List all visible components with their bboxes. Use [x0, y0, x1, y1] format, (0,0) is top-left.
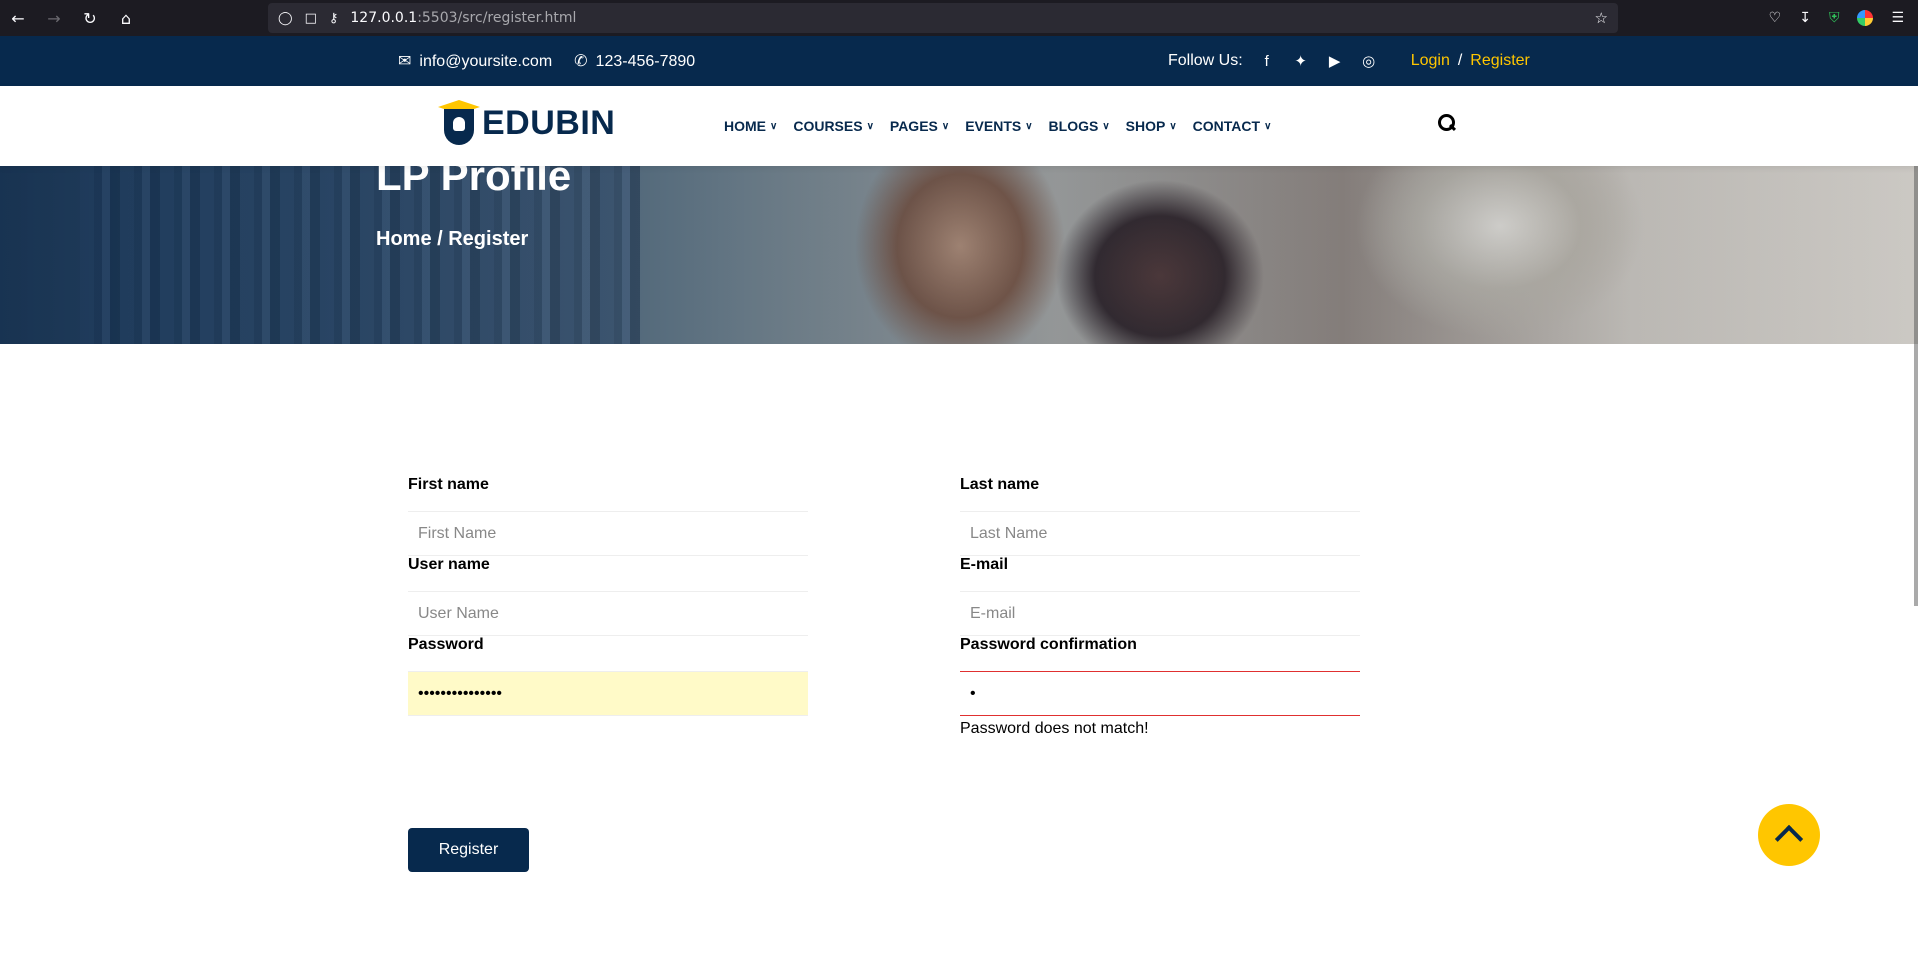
instagram-icon[interactable]: ◎: [1359, 52, 1379, 70]
shield-icon[interactable]: ◯: [278, 11, 293, 26]
nav-item-events[interactable]: EVENTS ∨: [965, 118, 1032, 134]
last-name-field: Last name: [960, 476, 1360, 556]
password-confirm-field: Password confirmation Password does not …: [960, 636, 1360, 738]
nav-item-courses[interactable]: COURSES ∨: [793, 118, 874, 134]
chevron-down-icon: ∨: [1025, 120, 1033, 132]
search-icon[interactable]: [1438, 114, 1456, 132]
url-text[interactable]: 127.0.0.1:5503/src/register.html: [350, 10, 576, 26]
page-icon: □: [304, 10, 317, 26]
key-icon[interactable]: ⚷: [329, 11, 339, 26]
facebook-icon[interactable]: f: [1257, 53, 1277, 70]
first-name-field: First name: [408, 476, 808, 556]
password-input[interactable]: [408, 671, 808, 716]
first-name-label: First name: [408, 476, 489, 493]
follow-label: Follow Us:: [1168, 52, 1243, 69]
page-title: LP Profile: [376, 166, 572, 199]
menu-icon[interactable]: ☰: [1891, 10, 1904, 26]
password-field: Password: [408, 636, 808, 716]
last-name-label: Last name: [960, 476, 1040, 493]
breadcrumb: Home / Register: [376, 228, 529, 250]
user-name-label: User name: [408, 556, 490, 573]
browser-toolbar: ← → ↻ ⌂ ◯ □ ⚷ 127.0.0.1:5503/src/registe…: [0, 0, 1918, 36]
chevron-down-icon: ∨: [770, 120, 778, 132]
login-link[interactable]: Login: [1411, 52, 1450, 70]
extension-shield-icon[interactable]: ⛨: [1829, 10, 1840, 26]
password-error-message: Password does not match!: [960, 720, 1149, 737]
email-field: E-mail: [960, 556, 1360, 636]
email-label: E-mail: [960, 556, 1009, 573]
auth-separator: /: [1457, 52, 1463, 69]
last-name-input[interactable]: [960, 511, 1360, 556]
chevron-down-icon: ∨: [941, 120, 950, 132]
nav-item-shop[interactable]: SHOP ∨: [1126, 118, 1177, 134]
extension-color-icon[interactable]: [1857, 10, 1874, 26]
envelope-icon: ✉: [398, 53, 412, 70]
chevron-down-icon: ∨: [1264, 120, 1272, 132]
youtube-icon[interactable]: ▶: [1325, 52, 1345, 70]
main-navbar: EDUBIN HOME ∨ COURSES ∨ PAGES ∨ EVENTS ∨ BLO…: [0, 86, 1918, 166]
register-button[interactable]: Register: [408, 828, 529, 872]
password-confirm-label: Password confirmation: [960, 636, 1137, 653]
first-name-input[interactable]: [408, 511, 808, 556]
nav-item-pages[interactable]: PAGES ∨: [890, 118, 949, 134]
chevron-down-icon: ∨: [1102, 120, 1110, 132]
phone-icon: ✆: [574, 53, 588, 70]
forward-icon[interactable]: →: [36, 0, 72, 36]
user-name-input[interactable]: [408, 591, 808, 636]
email-contact[interactable]: ✉ info@yoursite.com: [398, 51, 552, 71]
scrollbar[interactable]: [1914, 106, 1918, 606]
home-icon[interactable]: ⌂: [108, 0, 144, 36]
top-info-bar: ✉ info@yoursite.com ✆ 123-456-7890 Follow …: [0, 36, 1918, 86]
register-link[interactable]: Register: [1470, 52, 1530, 70]
twitter-icon[interactable]: ✦: [1291, 52, 1311, 70]
address-bar[interactable]: ◯ □ ⚷ 127.0.0.1:5503/src/register.html ☆: [268, 3, 1618, 33]
password-confirm-input[interactable]: [960, 671, 1360, 716]
download-icon[interactable]: ↧: [1799, 10, 1811, 26]
chevron-down-icon: ∨: [1169, 120, 1177, 132]
nav-menu: HOME ∨ COURSES ∨ PAGES ∨ EVENTS ∨ BLOGS ∨ SHO…: [724, 86, 1287, 166]
back-icon[interactable]: ←: [0, 0, 36, 36]
back-to-top-button[interactable]: [1758, 804, 1820, 866]
nav-item-home[interactable]: HOME ∨: [724, 118, 777, 134]
site-logo[interactable]: EDUBIN: [438, 100, 615, 146]
password-label: Password: [408, 636, 484, 653]
pocket-icon[interactable]: ♡: [1769, 10, 1782, 26]
page-banner: LP Profile Home / Register: [0, 166, 1918, 344]
logo-mark-icon: [438, 100, 480, 146]
bookmark-star-icon[interactable]: ☆: [1595, 9, 1608, 27]
phone-contact[interactable]: ✆ 123-456-7890: [574, 51, 695, 71]
logo-text: EDUBIN: [482, 103, 616, 142]
nav-item-contact[interactable]: CONTACT ∨: [1193, 118, 1272, 134]
nav-item-blogs[interactable]: BLOGS ∨: [1049, 118, 1110, 134]
email-input[interactable]: [960, 591, 1360, 636]
chevron-down-icon: ∨: [866, 120, 874, 132]
user-name-field: User name: [408, 556, 808, 636]
reload-icon[interactable]: ↻: [72, 0, 108, 36]
